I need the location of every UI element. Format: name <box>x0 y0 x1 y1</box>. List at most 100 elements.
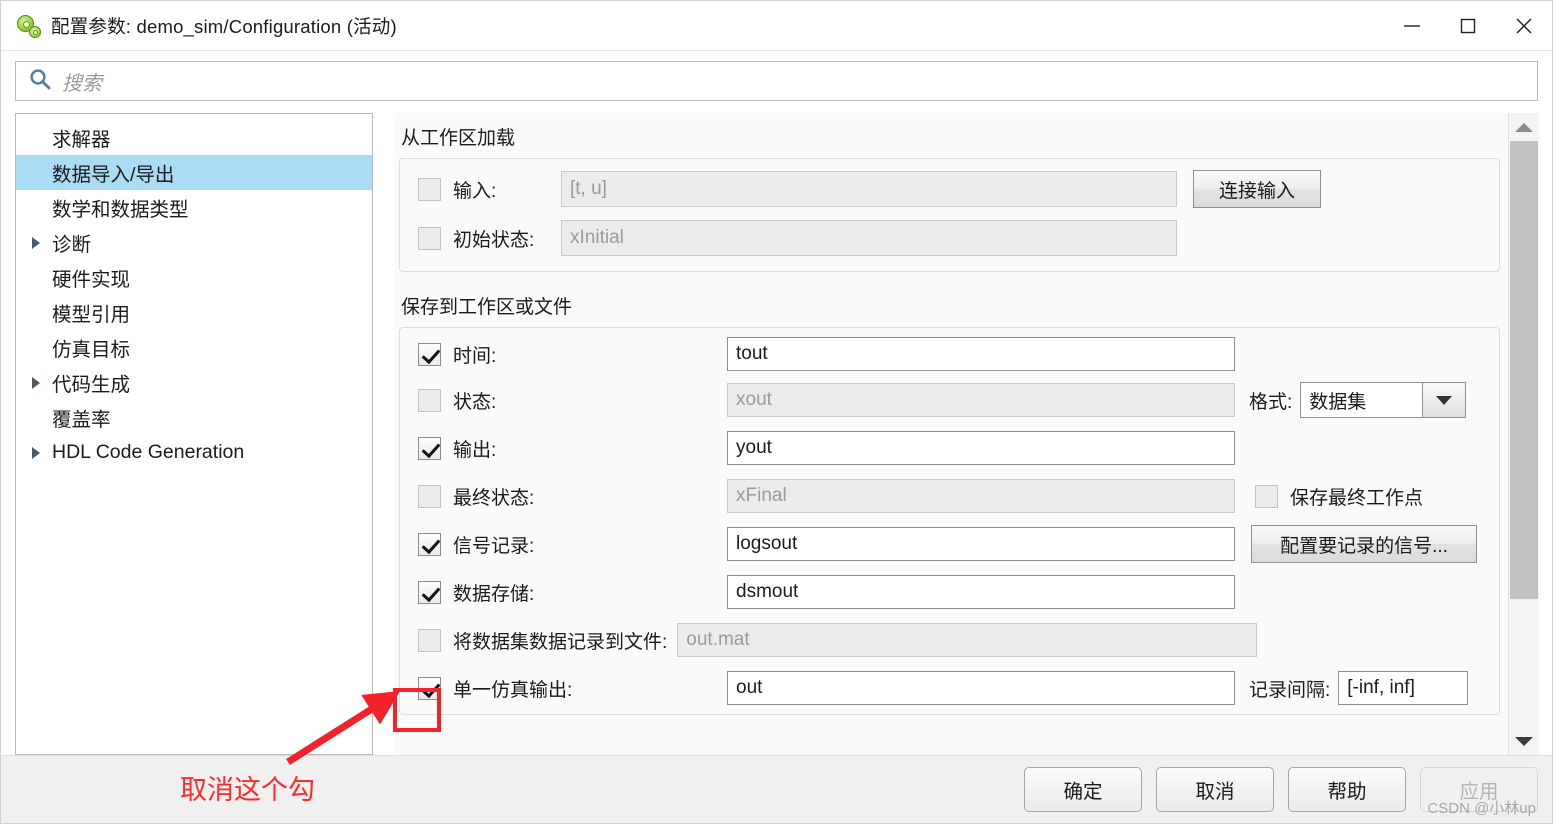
maximize-button[interactable] <box>1440 1 1496 51</box>
dialog-footer: 确定 取消 帮助 应用 CSDN @小林up <box>1 755 1552 823</box>
search-row: 搜索 <box>1 51 1552 113</box>
save-final-operating-point-label: 保存最终工作点 <box>1290 487 1424 509</box>
window-controls <box>1384 1 1552 51</box>
expand-arrow-icon[interactable] <box>22 376 50 389</box>
settings-tree[interactable]: 求解器 数据导入/导出 数学和数据类型 诊断 硬件实现 模型引用 仿真目标 代码… <box>15 113 373 755</box>
tree-item-label: 模型引用 <box>52 304 131 326</box>
final-states-checkbox[interactable] <box>418 484 441 508</box>
log-dataset-to-file-field[interactable]: out.mat <box>677 623 1258 657</box>
simulink-gear-icon <box>17 14 41 38</box>
input-field[interactable]: [t, u] <box>561 171 1177 207</box>
tree-item-solver[interactable]: 求解器 <box>16 120 372 155</box>
cancel-button[interactable]: 取消 <box>1156 767 1274 812</box>
signal-logging-field[interactable]: logsout <box>727 527 1235 561</box>
search-input[interactable]: 搜索 <box>15 61 1538 101</box>
expand-arrow-icon[interactable] <box>22 446 50 459</box>
scrollbar-track[interactable] <box>1508 141 1539 727</box>
output-field[interactable]: yout <box>727 431 1235 465</box>
states-label: 状态: <box>453 391 497 413</box>
save-row-time: 时间: tout <box>400 328 1499 376</box>
tree-item-simulation-target[interactable]: 仿真目标 <box>16 330 372 365</box>
logging-interval-label: 记录间隔: <box>1249 679 1331 701</box>
tree-item-label: 诊断 <box>52 234 92 256</box>
input-label: 输入: <box>453 180 497 202</box>
final-states-field[interactable]: xFinal <box>727 479 1235 513</box>
config-parameters-dialog: 配置参数: demo_sim/Configuration (活动) 搜索 求解器… <box>0 0 1553 824</box>
output-checkbox[interactable] <box>418 436 441 460</box>
scroll-up-arrow-icon[interactable] <box>1508 113 1539 141</box>
save-row-single-simulation-output: 单一仿真输出: out 记录间隔: [-inf, inf] <box>400 664 1499 712</box>
title-bar: 配置参数: demo_sim/Configuration (活动) <box>1 1 1552 51</box>
panel-wrapper: 从工作区加载 输入: [t, u] 连接输入 初始状态: xInitial 保存… <box>373 113 1539 755</box>
scroll-down-arrow-icon[interactable] <box>1508 727 1539 755</box>
tree-item-label: 代码生成 <box>52 374 131 396</box>
format-value: 数据集 <box>1300 382 1423 418</box>
close-button[interactable] <box>1496 1 1552 51</box>
signal-logging-checkbox[interactable] <box>418 532 441 556</box>
states-field[interactable]: xout <box>727 383 1235 417</box>
output-label: 输出: <box>453 439 497 461</box>
save-row-data-stores: 数据存储: dsmout <box>400 568 1499 616</box>
tree-item-model-referencing[interactable]: 模型引用 <box>16 295 372 330</box>
initial-state-label: 初始状态: <box>453 229 535 251</box>
window-title: 配置参数: demo_sim/Configuration (活动) <box>51 15 397 37</box>
data-stores-field[interactable]: dsmout <box>727 575 1235 609</box>
ok-button[interactable]: 确定 <box>1024 767 1142 812</box>
single-simulation-output-checkbox[interactable] <box>418 676 441 700</box>
save-final-operating-point-checkbox[interactable] <box>1255 484 1278 508</box>
time-checkbox[interactable] <box>418 342 441 366</box>
time-field[interactable]: tout <box>727 337 1235 371</box>
load-row-initial-state: 初始状态: xInitial <box>400 213 1499 263</box>
load-row-input: 输入: [t, u] 连接输入 <box>400 159 1499 213</box>
tree-item-code-generation[interactable]: 代码生成 <box>16 365 372 400</box>
search-placeholder: 搜索 <box>62 72 102 95</box>
load-from-workspace-group: 输入: [t, u] 连接输入 初始状态: xInitial <box>399 158 1500 272</box>
tree-item-label: 求解器 <box>52 129 111 151</box>
tree-item-math-and-data-types[interactable]: 数学和数据类型 <box>16 190 372 225</box>
states-checkbox[interactable] <box>418 388 441 412</box>
tree-item-label: 数据导入/导出 <box>52 164 175 186</box>
log-dataset-to-file-label: 将数据集数据记录到文件: <box>453 631 668 653</box>
tree-item-data-import-export[interactable]: 数据导入/导出 <box>16 155 372 190</box>
single-simulation-output-field[interactable]: out <box>727 671 1235 705</box>
expand-arrow-icon[interactable] <box>22 236 50 249</box>
save-section-title: 保存到工作区或文件 <box>401 297 573 318</box>
save-to-workspace-group: 时间: tout 状态: xout 格式: 数据集 输出: yout 最终状态:… <box>399 327 1500 715</box>
help-button[interactable]: 帮助 <box>1288 767 1406 812</box>
search-icon <box>28 67 52 96</box>
tree-item-label: HDL Code Generation <box>52 441 245 463</box>
save-row-final-states: 最终状态: xFinal 保存最终工作点 <box>400 472 1499 520</box>
time-label: 时间: <box>453 345 497 367</box>
configure-signals-to-log-button[interactable]: 配置要记录的信号... <box>1251 525 1477 563</box>
chevron-down-icon[interactable] <box>1422 382 1467 418</box>
save-row-states: 状态: xout 格式: 数据集 <box>400 376 1499 424</box>
tree-item-label: 覆盖率 <box>52 409 111 431</box>
save-row-signal-logging: 信号记录: logsout 配置要记录的信号... <box>400 520 1499 568</box>
data-stores-label: 数据存储: <box>453 583 535 605</box>
initial-state-checkbox[interactable] <box>418 226 441 250</box>
tree-item-hdl-code-generation[interactable]: HDL Code Generation <box>16 435 372 470</box>
save-row-output: 输出: yout <box>400 424 1499 472</box>
log-dataset-to-file-checkbox[interactable] <box>418 628 441 652</box>
final-states-label: 最终状态: <box>453 487 535 509</box>
data-stores-checkbox[interactable] <box>418 580 441 604</box>
initial-state-field[interactable]: xInitial <box>561 220 1177 256</box>
dialog-body: 求解器 数据导入/导出 数学和数据类型 诊断 硬件实现 模型引用 仿真目标 代码… <box>1 113 1552 755</box>
tree-item-label: 仿真目标 <box>52 339 131 361</box>
scrollbar-thumb[interactable] <box>1509 141 1538 599</box>
signal-logging-label: 信号记录: <box>453 535 535 557</box>
connect-input-button[interactable]: 连接输入 <box>1193 170 1321 208</box>
input-checkbox[interactable] <box>418 177 441 201</box>
data-import-export-panel: 从工作区加载 输入: [t, u] 连接输入 初始状态: xInitial 保存… <box>395 113 1508 755</box>
tree-item-label: 硬件实现 <box>52 269 131 291</box>
tree-item-hardware-implementation[interactable]: 硬件实现 <box>16 260 372 295</box>
tree-item-coverage[interactable]: 覆盖率 <box>16 400 372 435</box>
apply-button[interactable]: 应用 <box>1420 767 1538 812</box>
panel-vertical-scrollbar[interactable] <box>1508 113 1539 755</box>
minimize-button[interactable] <box>1384 1 1440 51</box>
format-label: 格式: <box>1249 391 1293 413</box>
tree-item-label: 数学和数据类型 <box>52 199 189 221</box>
format-dropdown[interactable]: 数据集 <box>1300 382 1467 418</box>
logging-interval-field[interactable]: [-inf, inf] <box>1338 671 1469 705</box>
tree-item-diagnostics[interactable]: 诊断 <box>16 225 372 260</box>
